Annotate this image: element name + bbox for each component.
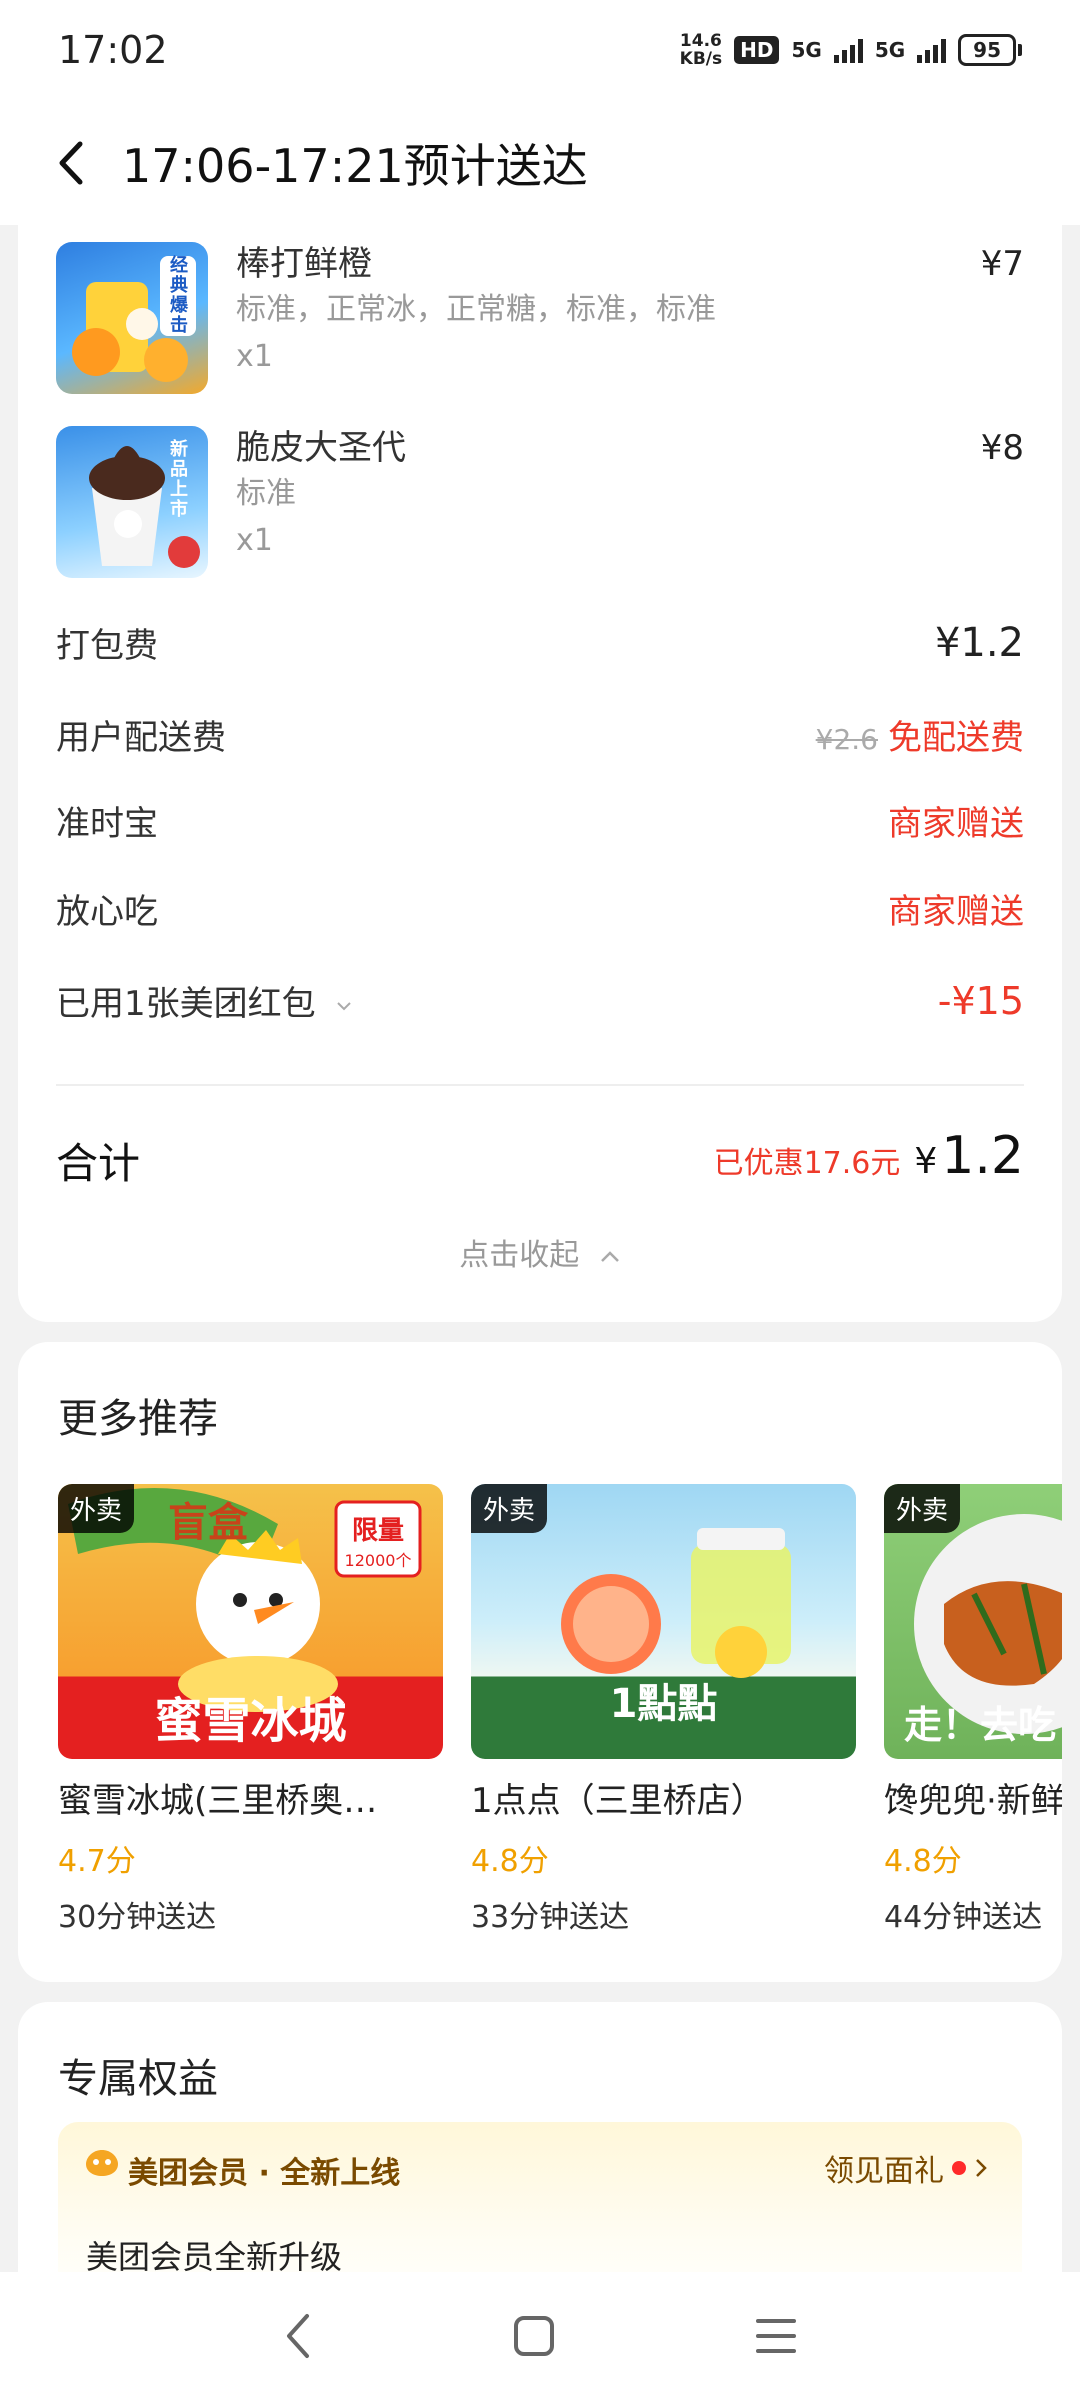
shop-rating: 4.8分 <box>471 1844 549 1879</box>
shop-name: 1点点（三里桥店） <box>471 1781 765 1821</box>
total-label: 合计 <box>56 1139 141 1188</box>
back-button[interactable] <box>56 135 96 191</box>
delivery-fee-label: 用户配送费 <box>56 718 226 758</box>
total-amount: 1.2 <box>941 1126 1024 1186</box>
item-name: 棒打鲜橙 <box>236 244 372 284</box>
total-group: 已优惠17.6元 ¥1.2 <box>714 1126 1024 1186</box>
member-title: 美团会员 · 全新上线 <box>128 2156 401 2191</box>
recommend-title: 更多推荐 <box>58 1396 218 1442</box>
shop-rating: 4.8分 <box>884 1844 962 1879</box>
status-time: 17:02 <box>58 28 168 72</box>
coupon-row[interactable]: 已用1张美团红包 -¥15 <box>56 976 1024 1025</box>
battery-icon: 95 <box>958 34 1022 66</box>
item-qty: x1 <box>236 523 273 558</box>
shop-card[interactable]: 外卖 盲盒 限量 12000个 蜜雪冰城 蜜雪冰城(三里桥奥… 4.7分 30分… <box>58 1484 443 1936</box>
system-nav-bar <box>0 2272 1080 2400</box>
chevron-up-icon <box>600 1250 619 1262</box>
order-item[interactable]: 经典爆击 棒打鲜橙 标准，正常冰，正常糖，标准，标准 x1 <box>56 242 716 394</box>
shop-promo-label: 盲盒 <box>168 1500 248 1546</box>
delivery-fee-value-group: ¥2.6 免配送费 <box>816 710 1024 759</box>
status-icons: 14.6 KB/s HD 5G 5G 95 <box>680 32 1022 68</box>
ontime-row: 准时宝 商家赠送 <box>56 796 1024 845</box>
shop-name: 馋兜兜·新鲜 <box>884 1781 1062 1821</box>
shop-rating: 4.7分 <box>58 1844 136 1879</box>
speed-value: 14.6 <box>679 31 722 51</box>
member-gift-link[interactable]: 领见面礼 <box>824 2146 988 2190</box>
delivery-fee-original: ¥2.6 <box>815 723 878 756</box>
recommend-card: 更多推荐 外卖 盲盒 限量 12000个 蜜雪冰城 蜜雪冰城(三里桥奥… 4.7… <box>18 1342 1062 1982</box>
page-title: 17:06-17:21预计送达 <box>122 138 588 193</box>
battery-level: 95 <box>958 34 1016 66</box>
order-detail-card: 经典爆击 棒打鲜橙 标准，正常冰，正常糖，标准，标准 x1 ¥7 新品上市 脆皮… <box>18 190 1062 1322</box>
network-speed: 14.6 KB/s <box>680 32 722 68</box>
safe-eat-value: 商家赠送 <box>888 892 1024 932</box>
ontime-value: 商家赠送 <box>888 804 1024 844</box>
shop-image: 外卖 1點點 <box>471 1484 856 1759</box>
item-qty: x1 <box>236 339 273 374</box>
delivery-fee-value: 免配送费 <box>888 718 1024 758</box>
item-badge: 新品上市 <box>170 439 188 520</box>
safe-eat-label: 放心吃 <box>56 892 158 932</box>
red-dot-icon <box>952 2161 966 2175</box>
meituan-member-icon <box>86 2150 118 2176</box>
nav-menu-icon[interactable] <box>755 2317 797 2355</box>
item-price: ¥8 <box>980 428 1024 468</box>
coupon-label-group[interactable]: 已用1张美团红包 <box>56 976 352 1025</box>
collapse-text: 点击收起 <box>459 1238 580 1273</box>
item-thumbnail: 新品上市 <box>56 426 208 578</box>
shop-carousel[interactable]: 外卖 盲盒 限量 12000个 蜜雪冰城 蜜雪冰城(三里桥奥… 4.7分 30分… <box>58 1484 1062 1936</box>
packing-fee-label: 打包费 <box>56 626 158 666</box>
member-gift-label: 领见面礼 <box>824 2154 944 2189</box>
signal-icon <box>833 37 863 63</box>
shop-card[interactable]: 外卖 1點點 1点点（三里桥店） 4.8分 33分钟送达 <box>471 1484 856 1936</box>
chevron-right-icon <box>976 2159 987 2177</box>
network-label-1: 5G <box>791 38 822 62</box>
shop-banner-text: 1點點 <box>609 1681 718 1727</box>
item-badge: 经典爆击 <box>170 255 188 336</box>
network-label-2: 5G <box>874 38 906 62</box>
delivery-tag: 外卖 <box>884 1484 961 1533</box>
safe-eat-row: 放心吃 商家赠送 <box>56 884 1024 933</box>
divider <box>56 1084 1024 1086</box>
shop-name: 蜜雪冰城(三里桥奥… <box>58 1781 378 1821</box>
shop-eta: 30分钟送达 <box>58 1900 217 1935</box>
shop-banner-text: 蜜雪冰城 <box>154 1693 347 1749</box>
shop-eta: 33分钟送达 <box>471 1900 630 1935</box>
nav-back-icon[interactable] <box>283 2312 313 2360</box>
status-bar: 17:02 14.6 KB/s HD 5G 5G 95 <box>0 0 1080 100</box>
discount-text: 已优惠17.6元 <box>713 1146 901 1181</box>
back-arrow-icon <box>59 141 83 184</box>
packing-fee-value: ¥1.2 <box>934 619 1024 666</box>
shop-promo-label: 走！去吃 <box>904 1703 1057 1747</box>
shop-image: 外卖 走！去吃 <box>884 1484 1062 1759</box>
total-currency: ¥ <box>914 1141 938 1182</box>
item-spec: 标准 <box>236 476 296 511</box>
total-amount-group: ¥1.2 <box>914 1126 1024 1186</box>
item-price: ¥7 <box>980 244 1024 284</box>
coupon-label: 已用1张美团红包 <box>56 984 316 1024</box>
delivery-tag: 外卖 <box>471 1484 548 1533</box>
packing-fee-row: 打包费 ¥1.2 <box>56 618 1024 667</box>
delivery-tag: 外卖 <box>58 1484 135 1533</box>
speed-unit: KB/s <box>679 49 723 69</box>
item-spec: 标准，正常冰，正常糖，标准，标准 <box>236 292 716 327</box>
order-item[interactable]: 新品上市 脆皮大圣代 标准 x1 <box>56 426 406 578</box>
shop-image: 外卖 盲盒 限量 12000个 蜜雪冰城 <box>58 1484 443 1759</box>
chevron-down-icon <box>337 1001 352 1010</box>
delivery-fee-row: 用户配送费 ¥2.6 免配送费 <box>56 710 1024 759</box>
ontime-label: 准时宝 <box>56 804 158 844</box>
benefits-title: 专属权益 <box>58 2056 218 2102</box>
signal-icon-2 <box>917 37 947 63</box>
shop-limit-label: 限量 12000个 <box>344 1516 412 1570</box>
item-name: 脆皮大圣代 <box>236 428 406 468</box>
collapse-button[interactable]: 点击收起 <box>18 1230 1062 1274</box>
coupon-value: -¥15 <box>937 978 1024 1023</box>
hd-icon: HD <box>734 36 780 64</box>
shop-eta: 44分钟送达 <box>884 1900 1043 1935</box>
shop-card[interactable]: 外卖 走！去吃 馋兜兜·新鲜 4.8分 44分钟送达 <box>884 1484 1062 1936</box>
item-thumbnail: 经典爆击 <box>56 242 208 394</box>
nav-home-icon[interactable] <box>513 2315 555 2357</box>
